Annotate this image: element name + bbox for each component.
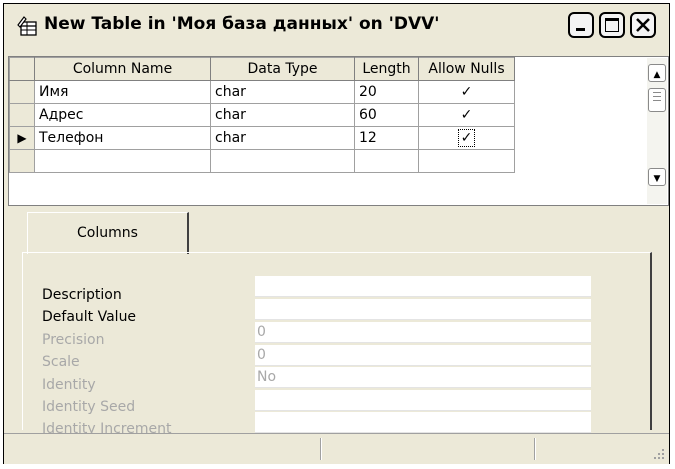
table-designer-icon (17, 16, 37, 36)
length-cell[interactable]: 12 (354, 126, 419, 150)
table-row[interactable]: ▶ Телефон char 12 ✓ (9, 126, 515, 150)
scale-field: 0 (255, 345, 591, 366)
precision-field: 0 (255, 322, 591, 343)
properties-page: Description Default Value Precision 0 Sc… (22, 252, 652, 437)
property-label-default-value: Default Value (42, 309, 137, 325)
column-header-name[interactable]: Column Name (34, 57, 211, 81)
identity-seed-field (255, 390, 591, 411)
resize-grip-icon[interactable] (651, 446, 665, 460)
data-type-cell[interactable]: char (210, 80, 355, 104)
status-bar (4, 433, 669, 464)
title-bar[interactable]: New Table in 'Моя база данных' on 'DVV' (4, 4, 669, 48)
allow-nulls-checkbox[interactable]: ✓ (418, 80, 515, 104)
identity-increment-field (255, 412, 591, 433)
current-row-arrow-icon: ▶ (17, 131, 27, 145)
data-type-cell[interactable]: char (210, 103, 355, 127)
maximize-icon (605, 18, 619, 32)
window-title: New Table in 'Моя база данных' on 'DVV' (44, 14, 440, 34)
data-type-cell[interactable]: char (210, 126, 355, 150)
chevron-up-icon: ▲ (653, 70, 661, 80)
row-selector[interactable] (9, 149, 35, 173)
tab-columns[interactable]: Columns (27, 212, 189, 254)
length-cell[interactable]: 60 (354, 103, 419, 127)
column-name-cell[interactable]: Имя (34, 80, 211, 104)
table-designer-window: New Table in 'Моя база данных' on 'DVV' … (3, 3, 670, 464)
scroll-up-button[interactable]: ▲ (648, 64, 666, 82)
identity-field: No (255, 367, 591, 388)
scroll-thumb[interactable] (648, 88, 666, 112)
allow-nulls-checkbox[interactable]: ✓ (418, 126, 515, 150)
allow-nulls-checkbox[interactable]: ✓ (418, 103, 515, 127)
columns-table: Column Name Data Type Length Allow Nulls… (9, 57, 515, 173)
property-label-scale: Scale (42, 354, 80, 370)
column-name-cell[interactable]: Телефон (34, 126, 211, 150)
length-cell[interactable]: 20 (354, 80, 419, 104)
status-divider (534, 438, 536, 460)
column-header-type[interactable]: Data Type (210, 57, 355, 81)
row-selector[interactable] (9, 80, 35, 104)
minimize-icon (576, 28, 585, 31)
column-header-allow-nulls[interactable]: Allow Nulls (418, 57, 515, 81)
minimize-button[interactable] (568, 12, 594, 38)
table-row[interactable]: Адрес char 60 ✓ (9, 103, 515, 127)
column-header-length[interactable]: Length (354, 57, 419, 81)
chevron-down-icon: ▼ (653, 174, 661, 184)
column-name-cell[interactable] (34, 149, 211, 173)
table-row[interactable]: Имя char 20 ✓ (9, 80, 515, 104)
row-selector[interactable]: ▶ (9, 126, 35, 150)
allow-nulls-checkbox[interactable] (418, 149, 515, 173)
column-properties-panel: Columns Description Default Value Precis… (22, 212, 652, 437)
close-button[interactable] (630, 12, 656, 38)
data-type-cell[interactable] (210, 149, 355, 173)
property-label-identity-seed: Identity Seed (42, 399, 136, 415)
property-label-precision: Precision (42, 332, 105, 348)
column-name-cell[interactable]: Адрес (34, 103, 211, 127)
property-label-description: Description (42, 287, 122, 303)
column-grid[interactable]: Column Name Data Type Length Allow Nulls… (8, 56, 669, 206)
status-divider (320, 438, 322, 460)
maximize-button[interactable] (599, 12, 625, 38)
header-row: Column Name Data Type Length Allow Nulls (9, 57, 515, 81)
row-selector[interactable] (9, 103, 35, 127)
close-icon (636, 18, 650, 32)
focused-checkbox: ✓ (457, 129, 476, 147)
row-selector-header (9, 57, 35, 81)
table-row[interactable] (9, 149, 515, 173)
description-field[interactable] (255, 276, 591, 297)
scroll-down-button[interactable]: ▼ (648, 168, 666, 186)
property-label-identity: Identity (42, 377, 96, 393)
default-value-field[interactable] (255, 299, 591, 320)
length-cell[interactable] (354, 149, 419, 173)
vertical-scrollbar[interactable]: ▲ ▼ (647, 58, 667, 204)
